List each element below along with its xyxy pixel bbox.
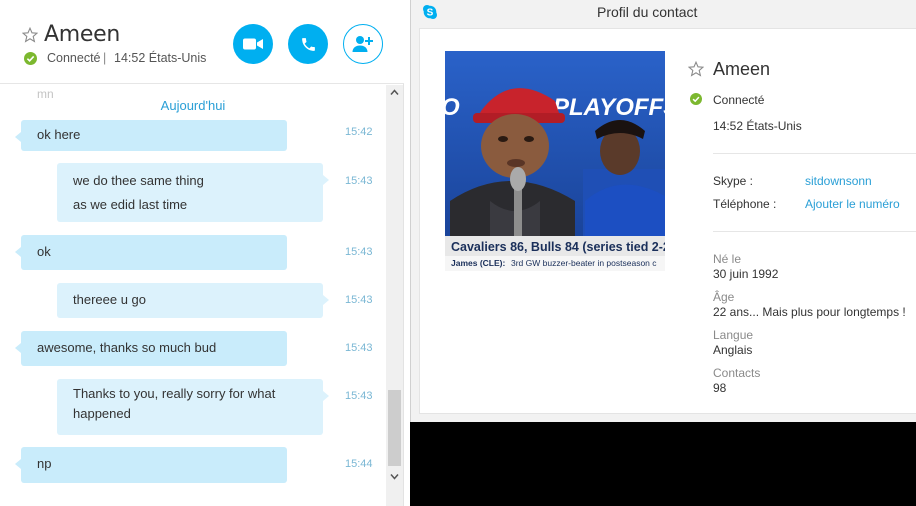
video-call-button[interactable] <box>233 24 273 64</box>
audio-call-button[interactable] <box>288 24 328 64</box>
favorite-star-icon[interactable] <box>22 27 38 43</box>
message-line: happened <box>73 406 131 421</box>
message-line: we do thee same thing <box>73 173 204 188</box>
conversation-scrollbar[interactable] <box>386 85 403 506</box>
age-label: Âge <box>713 290 735 304</box>
profile-photo: O PLAYOFFS <box>445 51 665 271</box>
message-line: ok <box>37 244 51 259</box>
message-time: 15:43 <box>345 246 373 258</box>
chat-pane: Ameen Connecté | 14:52 États-Unis mn Auj… <box>0 0 404 506</box>
divider <box>713 231 916 232</box>
scrollbar-thumb[interactable] <box>388 390 401 466</box>
status-separator: | <box>103 51 107 65</box>
skype-label: Skype : <box>713 174 754 188</box>
photo-banner: PLAYOFFS <box>553 94 665 121</box>
profile-status: Connecté <box>713 93 765 107</box>
phone-icon <box>301 37 315 51</box>
contact-name[interactable]: Ameen <box>44 22 120 47</box>
video-camera-icon <box>243 38 263 50</box>
scroll-down-arrow-icon[interactable] <box>390 472 399 481</box>
phone-label: Téléphone : <box>713 197 777 211</box>
message-line: as we edid last time <box>73 197 188 212</box>
message-line: np <box>37 456 52 471</box>
message-bubble[interactable]: we do thee same thing as we edid last ti… <box>57 163 329 222</box>
message-line: thereee u go <box>73 292 147 307</box>
contact-profile-window: S Profil du contact O PLAYOFFS <box>410 0 916 422</box>
profile-name: Ameen <box>713 59 771 79</box>
online-check-icon <box>24 52 37 65</box>
favorite-star-icon[interactable] <box>688 61 704 77</box>
profile-photo-image: O PLAYOFFS <box>445 51 665 271</box>
day-divider: Aujourd'hui <box>0 98 386 113</box>
profile-local-time: 14:52 États-Unis <box>713 119 802 133</box>
profile-card: O PLAYOFFS <box>419 28 916 414</box>
message-time: 15:42 <box>345 126 373 138</box>
photo-ticker-name: James (CLE): <box>451 258 505 268</box>
message-bubble[interactable]: ok <box>15 235 287 270</box>
message-line: ok here <box>37 127 81 142</box>
conversation-history[interactable]: mn Aujourd'hui ok here 15:42 we do thee … <box>0 85 386 506</box>
local-time: 14:52 États-Unis <box>114 51 207 65</box>
age-value: 22 ans... Mais plus pour longtemps ! <box>713 305 906 319</box>
contacts-count: 98 <box>713 381 727 395</box>
message-line: Thanks to you, really sorry for what <box>73 386 276 401</box>
message-time: 15:43 <box>345 175 373 187</box>
birthdate-label: Né le <box>713 252 742 266</box>
photo-banner-left: O <box>445 94 460 121</box>
divider <box>713 153 916 154</box>
photo-ticker-main: Cavaliers 86, Bulls 84 (series tied 2-2 <box>451 240 665 254</box>
message-bubble[interactable]: np <box>15 447 287 483</box>
birthdate-value: 30 juin 1992 <box>713 267 779 281</box>
presence-status: Connecté <box>47 51 101 65</box>
add-contact-icon <box>352 36 373 52</box>
message-bubble[interactable]: Thanks to you, really sorry for what hap… <box>57 379 329 435</box>
empty-black-region <box>410 422 916 506</box>
skype-name-link[interactable]: sitdownsonn <box>805 174 872 188</box>
message-bubble[interactable]: thereee u go <box>57 283 329 318</box>
message-time: 15:43 <box>345 342 373 354</box>
title-bar[interactable]: S Profil du contact <box>411 0 916 26</box>
photo-ticker-text: 3rd GW buzzer-beater in postseason c <box>511 258 657 268</box>
language-value: Anglais <box>713 343 753 357</box>
add-contact-button[interactable] <box>343 24 383 64</box>
contacts-label: Contacts <box>713 366 761 380</box>
message-time: 15:44 <box>345 458 373 470</box>
chat-header: Ameen Connecté | 14:52 États-Unis <box>0 0 404 84</box>
message-bubble[interactable]: awesome, thanks so much bud <box>15 331 287 366</box>
scroll-up-arrow-icon[interactable] <box>390 88 399 97</box>
message-time: 15:43 <box>345 390 373 402</box>
message-bubble[interactable]: ok here <box>15 120 287 151</box>
message-line: awesome, thanks so much bud <box>37 340 217 355</box>
add-phone-link[interactable]: Ajouter le numéro <box>805 197 900 211</box>
online-check-icon <box>690 93 702 105</box>
message-time: 15:43 <box>345 294 373 306</box>
day-divider-label: Aujourd'hui <box>160 98 226 113</box>
language-label: Langue <box>713 328 754 342</box>
window-title: Profil du contact <box>597 4 698 20</box>
